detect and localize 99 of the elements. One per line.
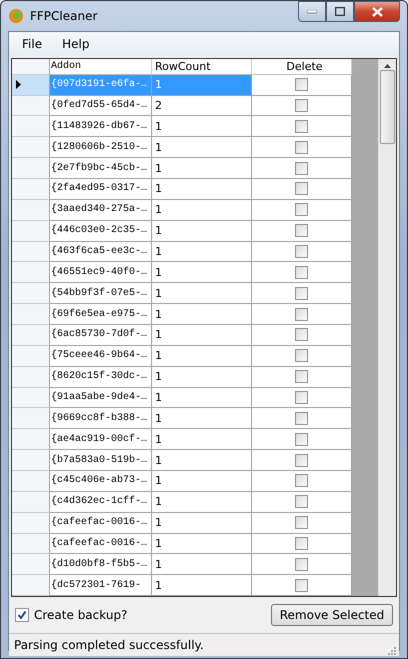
table-cell: {097d3191-e6fa-… <box>50 74 152 96</box>
app-icon <box>8 8 24 24</box>
table-cell: 1 <box>152 116 252 138</box>
table-cell: 1 <box>152 262 252 284</box>
minimize-button[interactable] <box>298 1 326 22</box>
table-cell: 1 <box>152 492 252 513</box>
scrollbar[interactable] <box>378 59 396 596</box>
table-cell: {ae4ac919-00cf-… <box>50 429 152 450</box>
table-cell: 1 <box>152 512 252 534</box>
table-cell: {2e7fb9bc-45cb-… <box>50 158 152 179</box>
table-cell: {dc572301-7619- <box>50 575 152 596</box>
table-cell: 2 <box>152 96 252 116</box>
table-cell: {6ac85730-7d0f-… <box>50 324 152 346</box>
table-cell: 1 <box>152 470 252 492</box>
table-cell: {b7a583a0-519b-… <box>50 450 152 471</box>
checkbox[interactable] <box>295 370 308 384</box>
table-cell: {0fed7d55-65d4-… <box>50 96 152 116</box>
table-cell: {1280606b-2510-… <box>50 137 152 158</box>
menu-item[interactable]: Help <box>52 35 100 53</box>
table-cell: 1 <box>152 346 252 367</box>
current-row-icon <box>16 80 21 90</box>
checkbox[interactable] <box>295 120 308 133</box>
table-cell: 1 <box>152 158 252 179</box>
table-cell: {91aa5abe-9de4-… <box>50 388 152 408</box>
close-icon <box>372 6 382 16</box>
table-cell: 1 <box>152 366 252 388</box>
row-header[interactable] <box>12 74 50 96</box>
checkbox[interactable] <box>295 578 308 592</box>
scroll-up-icon[interactable] <box>384 64 391 68</box>
maximize-icon <box>335 7 345 16</box>
checkbox[interactable] <box>295 536 308 550</box>
menu-item[interactable]: File <box>12 35 52 53</box>
table-cell: {75ceee46-9b64-… <box>50 346 152 367</box>
close-button[interactable] <box>354 1 400 22</box>
column-header[interactable]: RowCount <box>152 59 252 75</box>
table-cell: {c4d362ec-1cff-… <box>50 492 152 513</box>
checkbox[interactable] <box>295 182 308 196</box>
checkbox[interactable] <box>295 495 308 508</box>
checkbox[interactable] <box>295 454 308 467</box>
table-cell: {d10d0bf8-f5b5-… <box>50 554 152 576</box>
checkbox[interactable] <box>295 349 308 362</box>
checkbox[interactable] <box>295 78 308 92</box>
checkbox[interactable] <box>295 390 308 404</box>
corner-header <box>12 59 50 75</box>
table-cell: 1 <box>152 429 252 450</box>
checkbox[interactable] <box>295 432 308 446</box>
table-cell: 1 <box>152 324 252 346</box>
table-cell: {8620c15f-30dc-… <box>50 366 152 388</box>
checkbox[interactable] <box>295 203 308 216</box>
table-cell: {446c03e0-2c35-… <box>50 220 152 242</box>
maximize-button[interactable] <box>326 1 354 22</box>
table-cell: 1 <box>152 283 252 304</box>
table-cell: 1 <box>152 178 252 200</box>
resize-grip-icon[interactable] <box>387 646 397 656</box>
checkbox[interactable] <box>15 608 29 622</box>
checkbox[interactable] <box>295 328 308 342</box>
table-cell: 1 <box>152 534 252 554</box>
table-cell: 1 <box>152 220 252 242</box>
table-cell: 1 <box>152 575 252 596</box>
checkbox[interactable] <box>295 140 308 154</box>
table-cell: 1 <box>152 304 252 325</box>
column-header[interactable]: Addon <box>50 59 152 75</box>
checkbox[interactable] <box>295 286 308 300</box>
checkbox[interactable] <box>295 162 308 174</box>
checkbox[interactable] <box>295 244 308 258</box>
table-cell: 1 <box>152 74 252 96</box>
status-text: Parsing completed successfully. <box>14 638 204 652</box>
table-cell: 1 <box>152 388 252 408</box>
table-cell: {3aaed340-275a-… <box>50 200 152 221</box>
minimize-icon <box>307 10 317 14</box>
table-cell: {54bb9f3f-07e5-… <box>50 283 152 304</box>
checkbox[interactable] <box>295 98 308 112</box>
table-cell: {69f6e5ea-e975-… <box>50 304 152 325</box>
remove-selected-button[interactable]: Remove Selected <box>271 604 393 626</box>
table-cell: 1 <box>152 137 252 158</box>
checkbox[interactable] <box>295 474 308 488</box>
table-cell: 1 <box>152 242 252 262</box>
column-header[interactable]: Delete <box>252 59 352 75</box>
table-cell: 1 <box>152 200 252 221</box>
table-cell: {9669cc8f-b388-… <box>50 408 152 430</box>
table-cell: {cafeefac-0016-… <box>50 512 152 534</box>
table-cell: 1 <box>152 450 252 471</box>
checkbox[interactable] <box>295 558 308 571</box>
table-cell: {2fa4ed95-0317-… <box>50 178 152 200</box>
table-cell: 1 <box>152 554 252 576</box>
checkbox[interactable] <box>295 224 308 238</box>
table-cell: 1 <box>152 408 252 430</box>
table-cell: {463f6ca5-ee3c-… <box>50 242 152 262</box>
checkbox[interactable] <box>295 412 308 425</box>
table-cell: {11483926-db67-… <box>50 116 152 138</box>
checkbox[interactable] <box>295 308 308 321</box>
checkbox[interactable] <box>295 516 308 530</box>
table-cell: {46551ec9-40f0-… <box>50 262 152 284</box>
checkbox-label: Create backup? <box>34 608 128 622</box>
checkbox[interactable] <box>295 266 308 279</box>
table-cell: {c45c406e-ab73-… <box>50 470 152 492</box>
scrollbar-thumb[interactable] <box>380 70 395 144</box>
window-title: FFPCleaner <box>30 9 98 23</box>
table-cell: {cafeefac-0016-… <box>50 534 152 554</box>
